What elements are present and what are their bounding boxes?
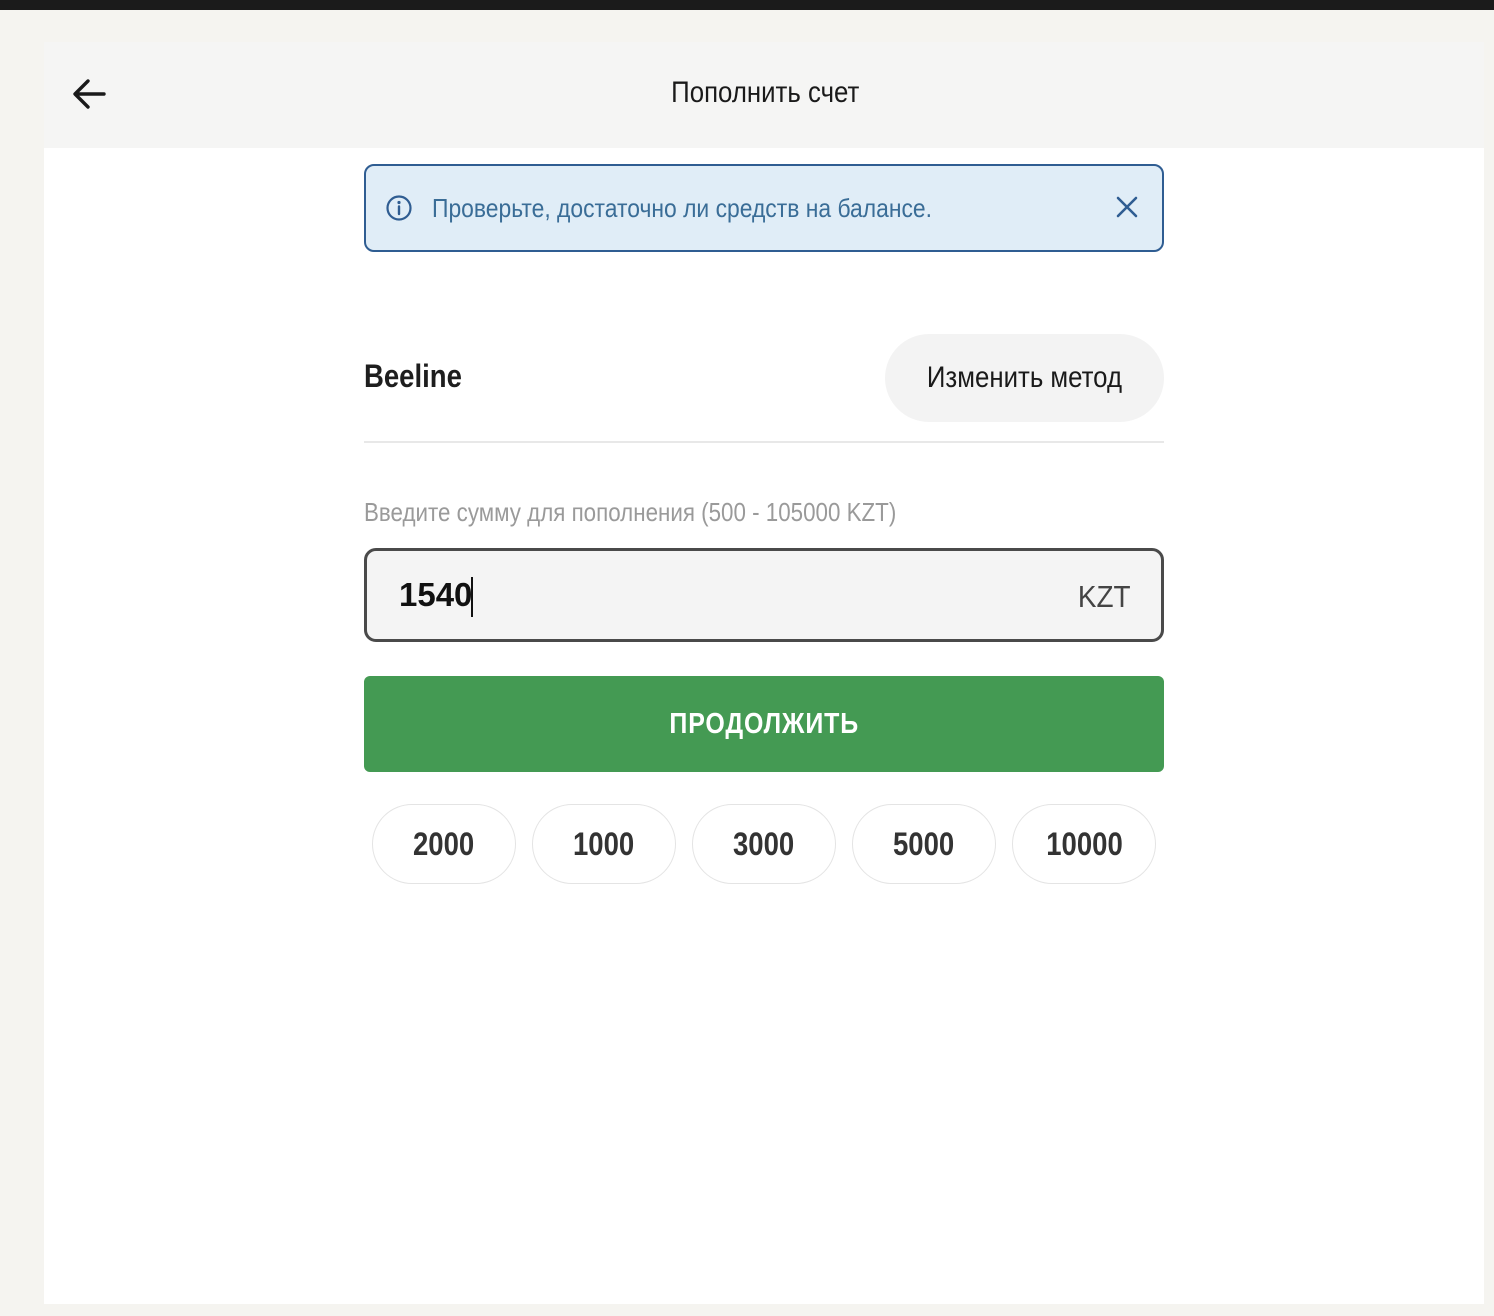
amount-label: Введите сумму для пополнения (500 - 1050…	[364, 497, 897, 527]
change-method-button[interactable]: Изменить метод	[885, 334, 1164, 422]
arrow-left-icon	[73, 79, 106, 109]
change-method-label: Изменить метод	[926, 361, 1123, 394]
currency-suffix: KZT	[1078, 579, 1131, 614]
notice-text: Проверьте, достаточно ли средств на бала…	[432, 193, 932, 223]
amount-input[interactable]	[399, 569, 999, 621]
close-icon	[1116, 196, 1138, 218]
top-strip	[0, 0, 1494, 10]
info-icon	[386, 195, 412, 221]
continue-button[interactable]: ПРОДОЛЖИТЬ	[364, 676, 1164, 772]
header: Пополнить счет	[44, 42, 1484, 148]
quick-amount-1000[interactable]: 1000	[532, 804, 676, 884]
deposit-panel: Пополнить счет Проверьте, достаточно ли …	[44, 42, 1484, 1304]
quick-amount-5000[interactable]: 5000	[852, 804, 996, 884]
text-caret	[471, 577, 473, 617]
notice-close-button[interactable]	[1112, 192, 1142, 222]
balance-notice: Проверьте, достаточно ли средств на бала…	[364, 164, 1164, 252]
page-title: Пополнить счет	[671, 76, 860, 109]
quick-amount-3000[interactable]: 3000	[692, 804, 836, 884]
quick-amount-2000[interactable]: 2000	[372, 804, 516, 884]
payment-method-name: Beeline	[364, 358, 462, 394]
back-button[interactable]	[68, 72, 112, 116]
amount-field[interactable]: KZT	[364, 548, 1164, 642]
continue-label: ПРОДОЛЖИТЬ	[669, 707, 859, 740]
divider	[364, 441, 1164, 443]
quick-amount-10000[interactable]: 10000	[1012, 804, 1156, 884]
